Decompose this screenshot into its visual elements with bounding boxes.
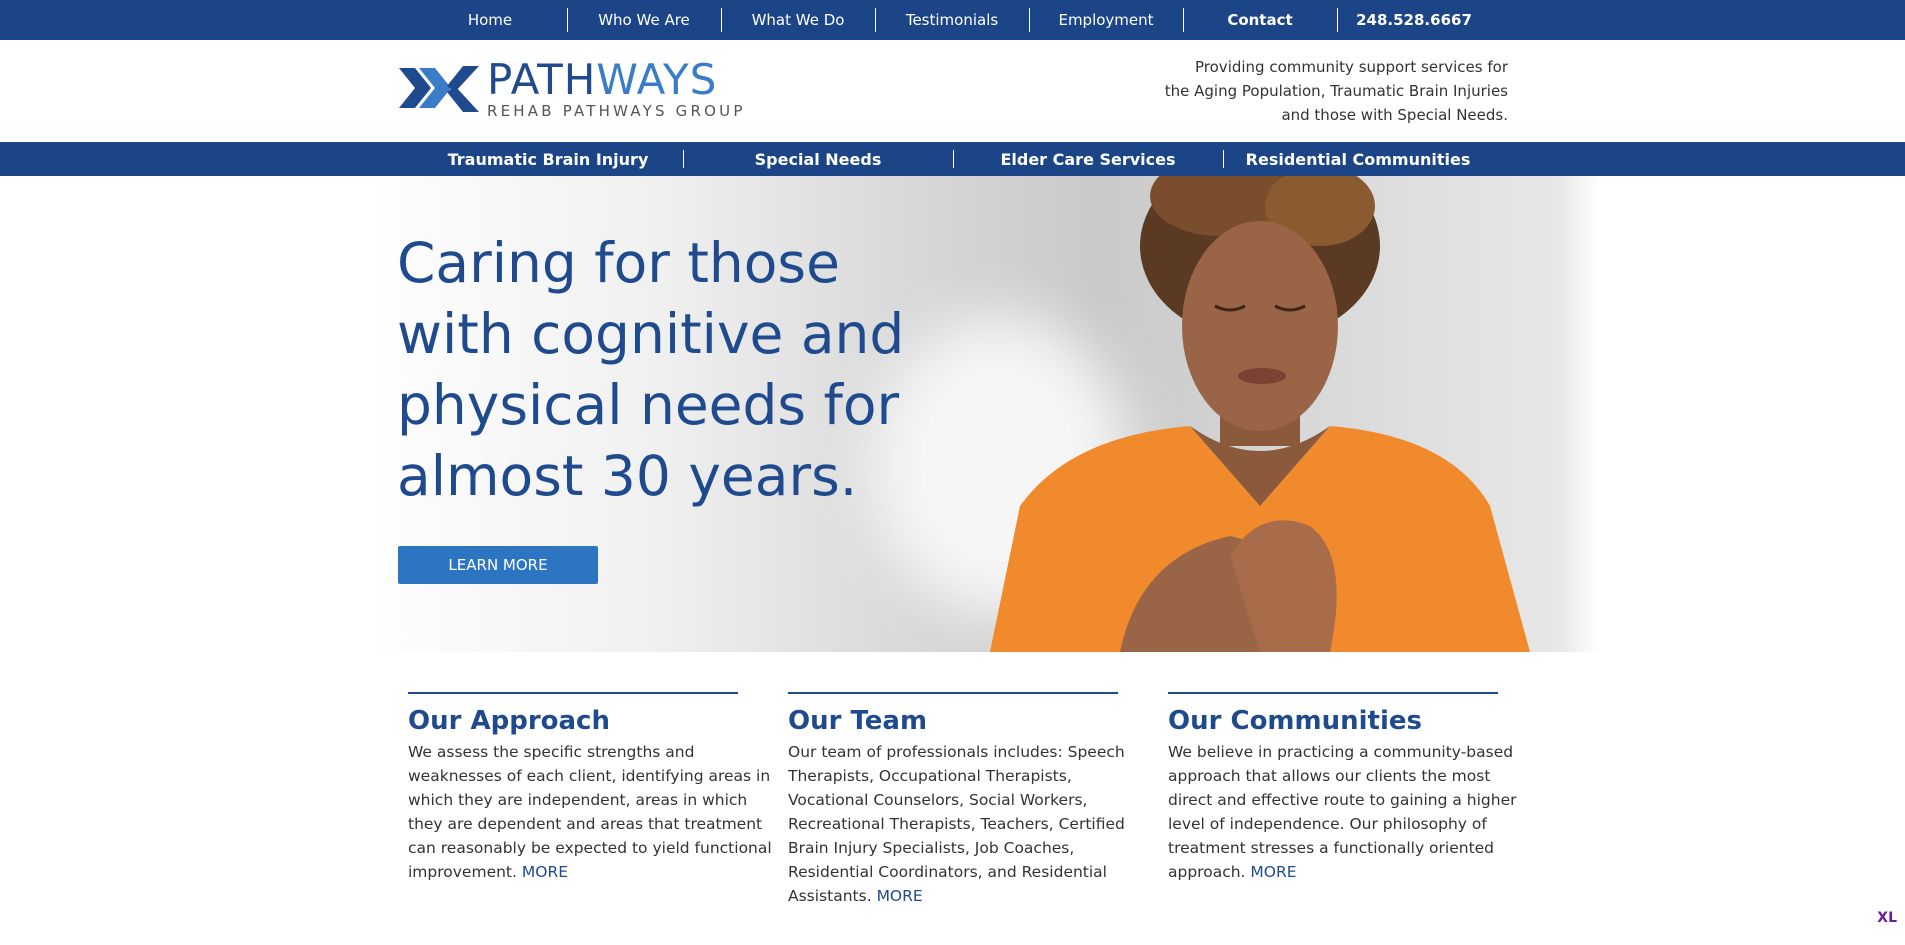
approach-column: Our Approach We assess the specific stre… bbox=[408, 692, 772, 884]
column-divider bbox=[1168, 692, 1498, 694]
nav-phone-number[interactable]: 248.528.6667 bbox=[1337, 0, 1491, 40]
nav-what-we-do[interactable]: What We Do bbox=[721, 0, 875, 40]
communities-body: We believe in practicing a community-bas… bbox=[1168, 740, 1517, 884]
body-line: Residential Coordinators, and Residentia… bbox=[788, 863, 1107, 881]
body-line: treatment stresses a functionally orient… bbox=[1168, 839, 1495, 857]
body-line: We assess the specific strengths and bbox=[408, 743, 695, 761]
team-body: Our team of professionals includes: Spee… bbox=[788, 740, 1125, 908]
nav-special-needs[interactable]: Special Needs bbox=[683, 142, 953, 176]
header-tagline: Providing community support services for… bbox=[1148, 55, 1508, 127]
logo-text: PATHWAYS REHAB PATHWAYS GROUP bbox=[487, 55, 746, 121]
hero-headline-line: Caring for those bbox=[397, 231, 840, 295]
body-line: Brain Injury Specialists, Job Coaches, bbox=[788, 839, 1075, 857]
body-line: improvement. MORE bbox=[408, 863, 569, 881]
body-line: level of independence. Our philosophy of bbox=[1168, 815, 1487, 833]
body-line: approach. MORE bbox=[1168, 863, 1297, 881]
body-line: Our team of professionals includes: Spee… bbox=[788, 743, 1125, 761]
logo-subtitle: REHAB PATHWAYS GROUP bbox=[487, 102, 746, 120]
nav-home[interactable]: Home bbox=[413, 0, 567, 40]
services-navigation: Traumatic Brain Injury Special Needs Eld… bbox=[0, 142, 1905, 176]
breakpoint-badge: XL bbox=[1877, 910, 1897, 926]
body-line: Vocational Counselors, Social Workers, bbox=[788, 791, 1088, 809]
tagline-line: and those with Special Needs. bbox=[1281, 106, 1508, 124]
hero-woman-photo bbox=[990, 176, 1530, 652]
body-line: which they are independent, areas in whi… bbox=[408, 791, 748, 809]
hero-headline-line: almost 30 years. bbox=[397, 444, 858, 508]
column-divider bbox=[788, 692, 1118, 694]
pathways-logo-mark-icon bbox=[399, 66, 479, 112]
nav-contact[interactable]: Contact bbox=[1183, 0, 1337, 40]
communities-title: Our Communities bbox=[1168, 706, 1422, 736]
nav-residential-communities[interactable]: Residential Communities bbox=[1223, 142, 1493, 176]
nav-traumatic-brain-injury[interactable]: Traumatic Brain Injury bbox=[413, 142, 683, 176]
body-line: they are dependent and areas that treatm… bbox=[408, 815, 763, 833]
nav-employment[interactable]: Employment bbox=[1029, 0, 1183, 40]
body-line: Therapists, Occupational Therapists, bbox=[788, 767, 1072, 785]
tagline-line: Providing community support services for bbox=[1195, 58, 1508, 76]
column-divider bbox=[408, 692, 738, 694]
body-line: approach that allows our clients the mos… bbox=[1168, 767, 1491, 785]
communities-more-link[interactable]: MORE bbox=[1250, 863, 1296, 881]
body-line: direct and effective route to gaining a … bbox=[1168, 791, 1517, 809]
body-line: weaknesses of each client, identifying a… bbox=[408, 767, 771, 785]
body-line: can reasonably be expected to yield func… bbox=[408, 839, 772, 857]
hero-headline: Caring for those with cognitive and phys… bbox=[397, 228, 917, 512]
hero-headline-line: with cognitive and bbox=[397, 302, 905, 366]
top-navigation: Home Who We Are What We Do Testimonials … bbox=[0, 0, 1905, 40]
body-line: Recreational Therapists, Teachers, Certi… bbox=[788, 815, 1125, 833]
site-header: PATHWAYS REHAB PATHWAYS GROUP Providing … bbox=[0, 40, 1905, 142]
team-more-link[interactable]: MORE bbox=[877, 887, 923, 905]
approach-more-link[interactable]: MORE bbox=[522, 863, 568, 881]
approach-title: Our Approach bbox=[408, 706, 610, 736]
hero-headline-line: physical needs for bbox=[397, 373, 900, 437]
learn-more-button[interactable]: LEARN MORE bbox=[398, 546, 598, 584]
logo-wordmark: PATHWAYS bbox=[487, 55, 718, 104]
body-line: Assistants. MORE bbox=[788, 887, 923, 905]
nav-testimonials[interactable]: Testimonials bbox=[875, 0, 1029, 40]
approach-body: We assess the specific strengths and wea… bbox=[408, 740, 772, 884]
services-navigation-items: Traumatic Brain Injury Special Needs Eld… bbox=[413, 142, 1493, 176]
team-column: Our Team Our team of professionals inclu… bbox=[788, 692, 1125, 908]
communities-column: Our Communities We believe in practicing… bbox=[1168, 692, 1517, 884]
nav-elder-care-services[interactable]: Elder Care Services bbox=[953, 142, 1223, 176]
pathways-logo[interactable]: PATHWAYS REHAB PATHWAYS GROUP bbox=[397, 58, 762, 120]
tagline-line: the Aging Population, Traumatic Brain In… bbox=[1164, 82, 1508, 100]
team-title: Our Team bbox=[788, 706, 928, 736]
top-navigation-items: Home Who We Are What We Do Testimonials … bbox=[413, 0, 1493, 40]
body-line: We believe in practicing a community-bas… bbox=[1168, 743, 1514, 761]
nav-who-we-are[interactable]: Who We Are bbox=[567, 0, 721, 40]
